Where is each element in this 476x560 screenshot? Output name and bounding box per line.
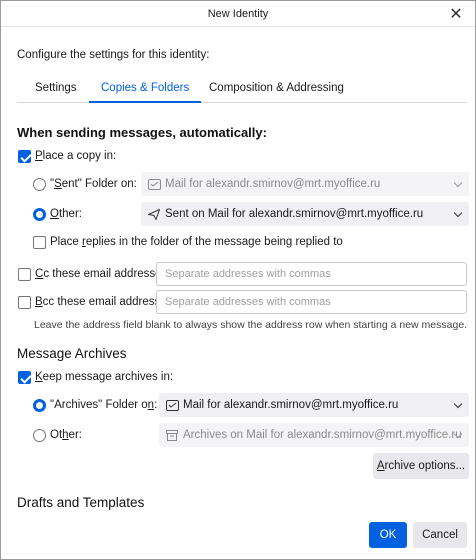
mail-account-icon [165,399,179,411]
archives-other-radio[interactable] [33,429,46,442]
cc-addresses-input[interactable] [156,262,467,286]
close-icon[interactable]: ✕ [443,1,469,27]
archives-folder-radio[interactable] [33,399,46,412]
place-copy-checkbox[interactable] [18,150,31,163]
archives-folder-label[interactable]: "Archives" Folder on: [50,399,157,411]
archive-options-button[interactable]: Archive options... [373,453,469,479]
place-copy-label[interactable]: Place a copy in: [35,150,116,162]
place-replies-checkbox[interactable] [33,236,46,249]
sent-folder-dropdown[interactable]: Mail for alexandr.smirnov@mrt.myoffice.r… [141,172,469,196]
sent-folder-label[interactable]: "Sent" Folder on: [50,178,137,190]
intro-text: Configure the settings for this identity… [17,49,210,61]
sent-folder-radio[interactable] [33,178,46,191]
chevron-down-icon [453,178,463,188]
keep-archives-checkbox[interactable] [18,371,31,384]
cc-label[interactable]: Cc these email addresses: [35,268,171,280]
send-icon [147,208,161,220]
tab-bar: Settings Copies & Folders Composition & … [17,73,467,103]
tab-copies-folders[interactable]: Copies & Folders [101,73,189,102]
keep-archives-label[interactable]: Keep message archives in: [35,371,173,383]
chevron-down-icon [453,208,463,218]
place-replies-label[interactable]: Place replies in the folder of the messa… [50,236,343,248]
bcc-addresses-input[interactable] [156,290,467,314]
bcc-label[interactable]: Bcc these email addresses: [35,296,176,308]
active-tab-indicator [89,101,201,103]
archives-other-label[interactable]: Other: [50,429,82,441]
archives-other-dropdown[interactable]: Archives on Mail for alexandr.smirnov@mr… [159,423,469,447]
mail-account-icon [147,178,161,190]
window-title: New Identity [207,7,269,20]
drafts-heading: Drafts and Templates [17,495,145,510]
tab-composition-addressing[interactable]: Composition & Addressing [209,73,344,102]
sent-other-radio[interactable] [33,208,46,221]
cc-checkbox[interactable] [18,268,31,281]
archive-icon [165,429,179,441]
ok-button[interactable]: OK [369,522,407,548]
tab-settings[interactable]: Settings [35,73,77,102]
archives-folder-dropdown[interactable]: Mail for alexandr.smirnov@mrt.myoffice.r… [159,393,469,417]
chevron-down-icon [453,399,463,409]
archives-heading: Message Archives [17,346,127,361]
sent-other-label[interactable]: Other: [50,208,82,220]
cancel-button[interactable]: Cancel [413,522,467,548]
address-hint: Leave the address field blank to always … [34,319,468,331]
title-bar: New Identity ✕ [1,1,475,27]
sending-heading: When sending messages, automatically: [17,125,267,140]
bcc-checkbox[interactable] [18,296,31,309]
sent-other-dropdown[interactable]: Sent on Mail for alexandr.smirnov@mrt.my… [141,202,469,226]
identity-dialog: New Identity ✕ Configure the settings fo… [0,0,476,560]
